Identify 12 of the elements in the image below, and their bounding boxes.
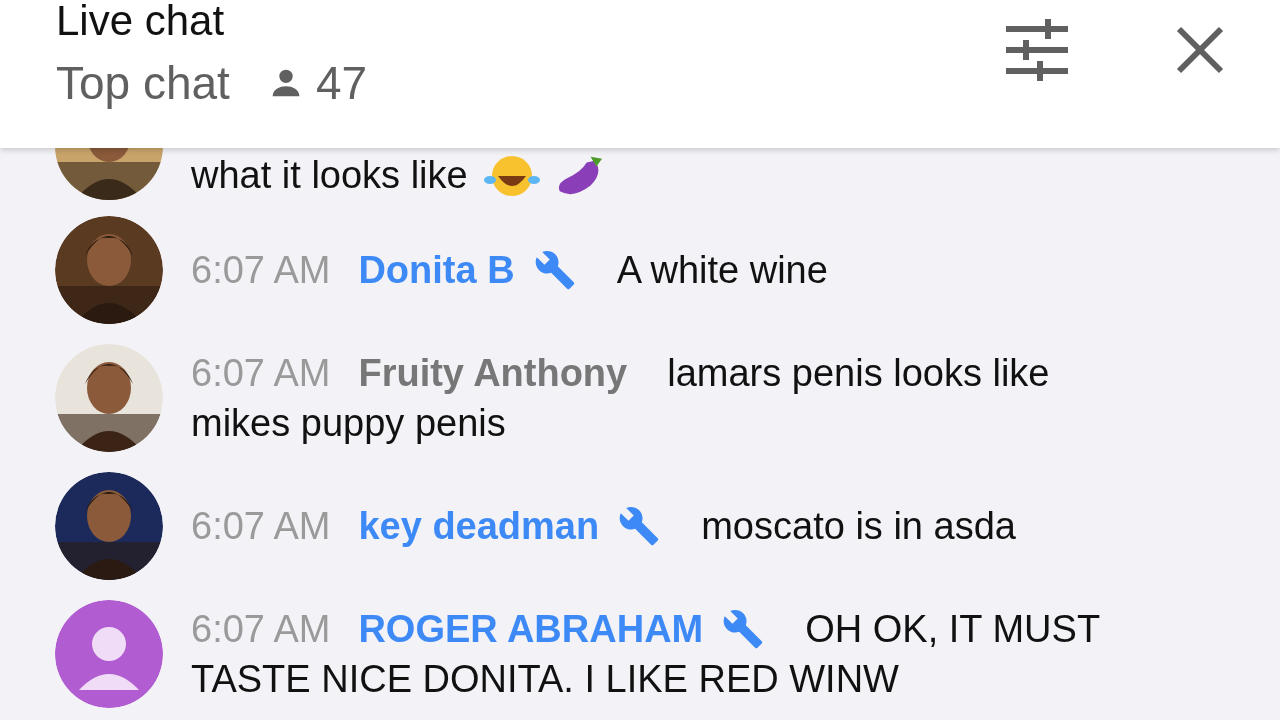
panel-title: Live chat	[56, 0, 226, 44]
avatar-icon	[55, 600, 163, 708]
settings-sliders-icon[interactable]	[1006, 19, 1068, 81]
chat-message: 6:07 AM Donita B A white wine	[191, 248, 829, 293]
message-text: what it looks like	[191, 154, 468, 196]
close-icon[interactable]	[1176, 26, 1224, 74]
chat-message: 6:07 AM key deadman moscato is in asda	[191, 504, 1017, 549]
chat-message: 6:07 AM Fruity Anthony lamars penis looks like mikes puppy penis	[191, 351, 1051, 446]
viewer-count: 47	[315, 56, 368, 110]
chat-message: 6:07 AM ROGER ABRAHAM OH OK, IT MUST TASTE NICE DONITA. I LIKE RED WINW	[191, 607, 1101, 702]
laughing-emoji-icon	[481, 156, 542, 196]
chat-mode-label[interactable]: Top chat	[56, 56, 230, 110]
